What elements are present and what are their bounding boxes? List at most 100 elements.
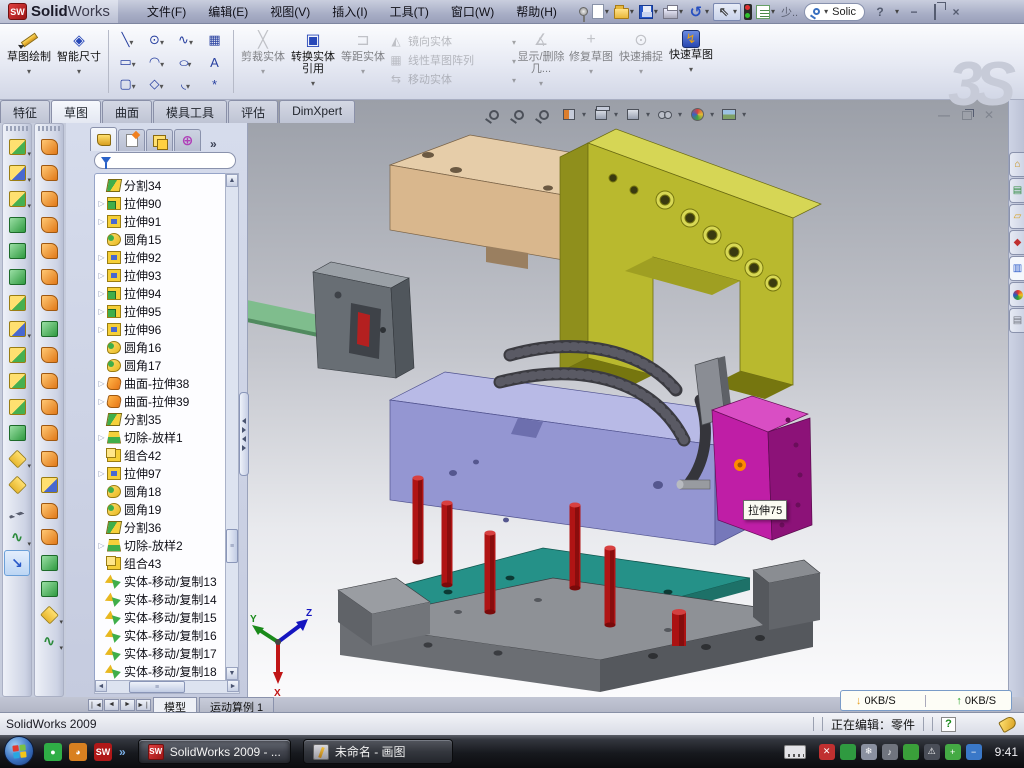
undo-button[interactable]: ↺▾ [687, 2, 711, 22]
draft-button[interactable] [4, 264, 30, 290]
planar-surface-button[interactable] [36, 290, 62, 316]
file-explorer-tab[interactable]: ▱ [1009, 204, 1024, 229]
rapid-sketch-button[interactable]: ↯快速草图 [666, 27, 716, 96]
rectangle-dropdown[interactable] [132, 55, 136, 70]
tab-5[interactable]: DimXpert [279, 100, 355, 123]
tab-scroll-2[interactable]: ► [120, 699, 135, 711]
scroll-left-button[interactable]: ◄ [95, 680, 107, 692]
expand-arrow-icon[interactable]: ▷ [97, 217, 106, 226]
select-tool-button[interactable]: ⇖▾ [713, 3, 741, 21]
tree-filter-input[interactable] [94, 152, 236, 169]
tree-item-14[interactable]: ▷切除-放样1 [95, 428, 225, 446]
extruded-cut-dropdown[interactable]: ▾ [27, 176, 31, 184]
zoom-to-area-button[interactable] [509, 105, 529, 124]
featuremanager-tab[interactable] [90, 127, 117, 151]
previous-view-button[interactable] [534, 105, 554, 124]
delete-face-button[interactable] [36, 394, 62, 420]
convert-button[interactable]: ▣转换实体引用 [288, 27, 338, 96]
messenger-icon[interactable]: ● [44, 743, 62, 761]
filled-surface-button[interactable] [36, 238, 62, 264]
instant3d-button[interactable]: ↘ [4, 550, 30, 576]
more-tabs-button[interactable]: » [210, 137, 217, 151]
solidworks-launcher-icon[interactable]: SW [94, 743, 112, 761]
boundary-surface-button[interactable] [36, 212, 62, 238]
tree-item-6[interactable]: ▷拉伸94 [95, 284, 225, 302]
tree-item-16[interactable]: ▷拉伸97 [95, 464, 225, 482]
reference-geometry-2-dropdown[interactable]: ▾ [59, 618, 63, 626]
update-service-icon[interactable]: ❄ [861, 744, 877, 760]
configurationmanager-tab[interactable] [146, 129, 173, 151]
taskbar-button-1[interactable]: 未命名 - 画图 [303, 739, 453, 764]
revolved-surface-button[interactable] [36, 160, 62, 186]
expand-arrow-icon[interactable]: ▷ [97, 325, 106, 334]
linear-pattern-button[interactable]: ▾ [4, 316, 30, 342]
reference-geometry-dropdown[interactable]: ▾ [27, 462, 31, 470]
curve-dropdown[interactable]: ▾ [27, 540, 31, 548]
pin-button[interactable] [578, 2, 589, 22]
help-button[interactable]: ? [873, 5, 887, 19]
tag-icon[interactable] [998, 715, 1018, 733]
extruded-cut-button[interactable]: ▾ [4, 160, 30, 186]
sketch-fillet-dropdown[interactable] [186, 77, 190, 92]
line-dropdown[interactable] [129, 33, 133, 48]
circle-dropdown[interactable] [160, 33, 164, 48]
search-input[interactable]: Solic [832, 6, 856, 18]
smart-dimension-button[interactable]: ◈ 智能尺寸 [54, 27, 104, 96]
tree-item-19[interactable]: 分割36 [95, 518, 225, 536]
open-button[interactable]: ▾ [613, 2, 636, 22]
custom-properties-tab[interactable]: ▤ [1009, 308, 1024, 333]
restore-button[interactable] [928, 5, 942, 19]
shell-button[interactable] [4, 238, 30, 264]
model-3d[interactable]: Y Z X [248, 100, 1008, 697]
section-view-button[interactable] [559, 105, 579, 124]
slot-tool[interactable]: ▢ [113, 73, 142, 95]
display-style-dropdown[interactable]: ▾ [646, 110, 650, 119]
tree-item-10[interactable]: 圆角17 [95, 356, 225, 374]
expand-arrow-icon[interactable]: ▷ [97, 469, 106, 478]
tree-item-9[interactable]: 圆角16 [95, 338, 225, 356]
panel-splitter-handle[interactable] [239, 392, 249, 476]
menu-item-0[interactable]: 文件(F) [136, 0, 197, 23]
tree-item-0[interactable]: 分割34 [95, 176, 225, 194]
sketch-text-tool[interactable]: A [200, 51, 229, 73]
tree-item-24[interactable]: 实体-移动/复制15 [95, 608, 225, 626]
move-copy-body-button[interactable] [4, 420, 30, 446]
features-toolbar-drag-handle[interactable] [6, 126, 28, 131]
tree-item-27[interactable]: 实体-移动/复制18 [95, 662, 225, 680]
polygon-dropdown[interactable] [159, 77, 163, 92]
polygon-tool[interactable]: ◇ [142, 73, 171, 95]
point-tool[interactable]: * [200, 73, 229, 95]
hide-show-items-dropdown[interactable]: ▾ [678, 110, 682, 119]
sketch-fillet-tool[interactable]: ◟ [171, 73, 200, 95]
expand-arrow-icon[interactable]: ▷ [97, 253, 106, 262]
sync-tool-icon[interactable] [903, 744, 919, 760]
spline-tool[interactable]: ∿ [171, 29, 200, 51]
solidworks-resources-tab[interactable]: ⌂ [1009, 152, 1024, 177]
tab-3[interactable]: 模具工具 [153, 100, 227, 123]
tree-item-11[interactable]: ▷曲面-拉伸38 [95, 374, 225, 392]
blocked-service-icon[interactable]: − [966, 744, 982, 760]
menu-item-4[interactable]: 工具(T) [379, 0, 440, 23]
arc-dropdown[interactable] [160, 55, 164, 70]
extended-surface-button[interactable] [36, 316, 62, 342]
horizontal-scroll-thumb[interactable]: ≡ [129, 681, 185, 693]
zoom-to-fit-button[interactable] [484, 105, 504, 124]
extruded-boss-button[interactable]: ▾ [4, 134, 30, 160]
surface-fillet-button[interactable] [36, 550, 62, 576]
arc-tool[interactable]: ◠ [142, 51, 171, 73]
dome-button[interactable] [36, 576, 62, 602]
quick-launch-expand[interactable]: » [119, 745, 126, 759]
tab-0[interactable]: 特征 [0, 100, 50, 123]
thicken-button[interactable] [36, 446, 62, 472]
sketch-dropdown[interactable] [27, 63, 31, 77]
doc-tab-1[interactable]: 运动算例 1 [199, 697, 274, 712]
lofted-surface-button[interactable] [36, 186, 62, 212]
doc-tab-0[interactable]: 模型 [153, 697, 197, 712]
tab-scroll-0[interactable]: ❘◄ [88, 699, 103, 711]
ruled-surface-button[interactable] [36, 498, 62, 524]
tree-item-22[interactable]: 实体-移动/复制13 [95, 572, 225, 590]
curve-2-dropdown[interactable]: ▾ [59, 644, 63, 652]
knit-surface-button[interactable] [36, 342, 62, 368]
expand-arrow-icon[interactable]: ▷ [97, 199, 106, 208]
options-button[interactable]: ▾ [755, 2, 777, 22]
